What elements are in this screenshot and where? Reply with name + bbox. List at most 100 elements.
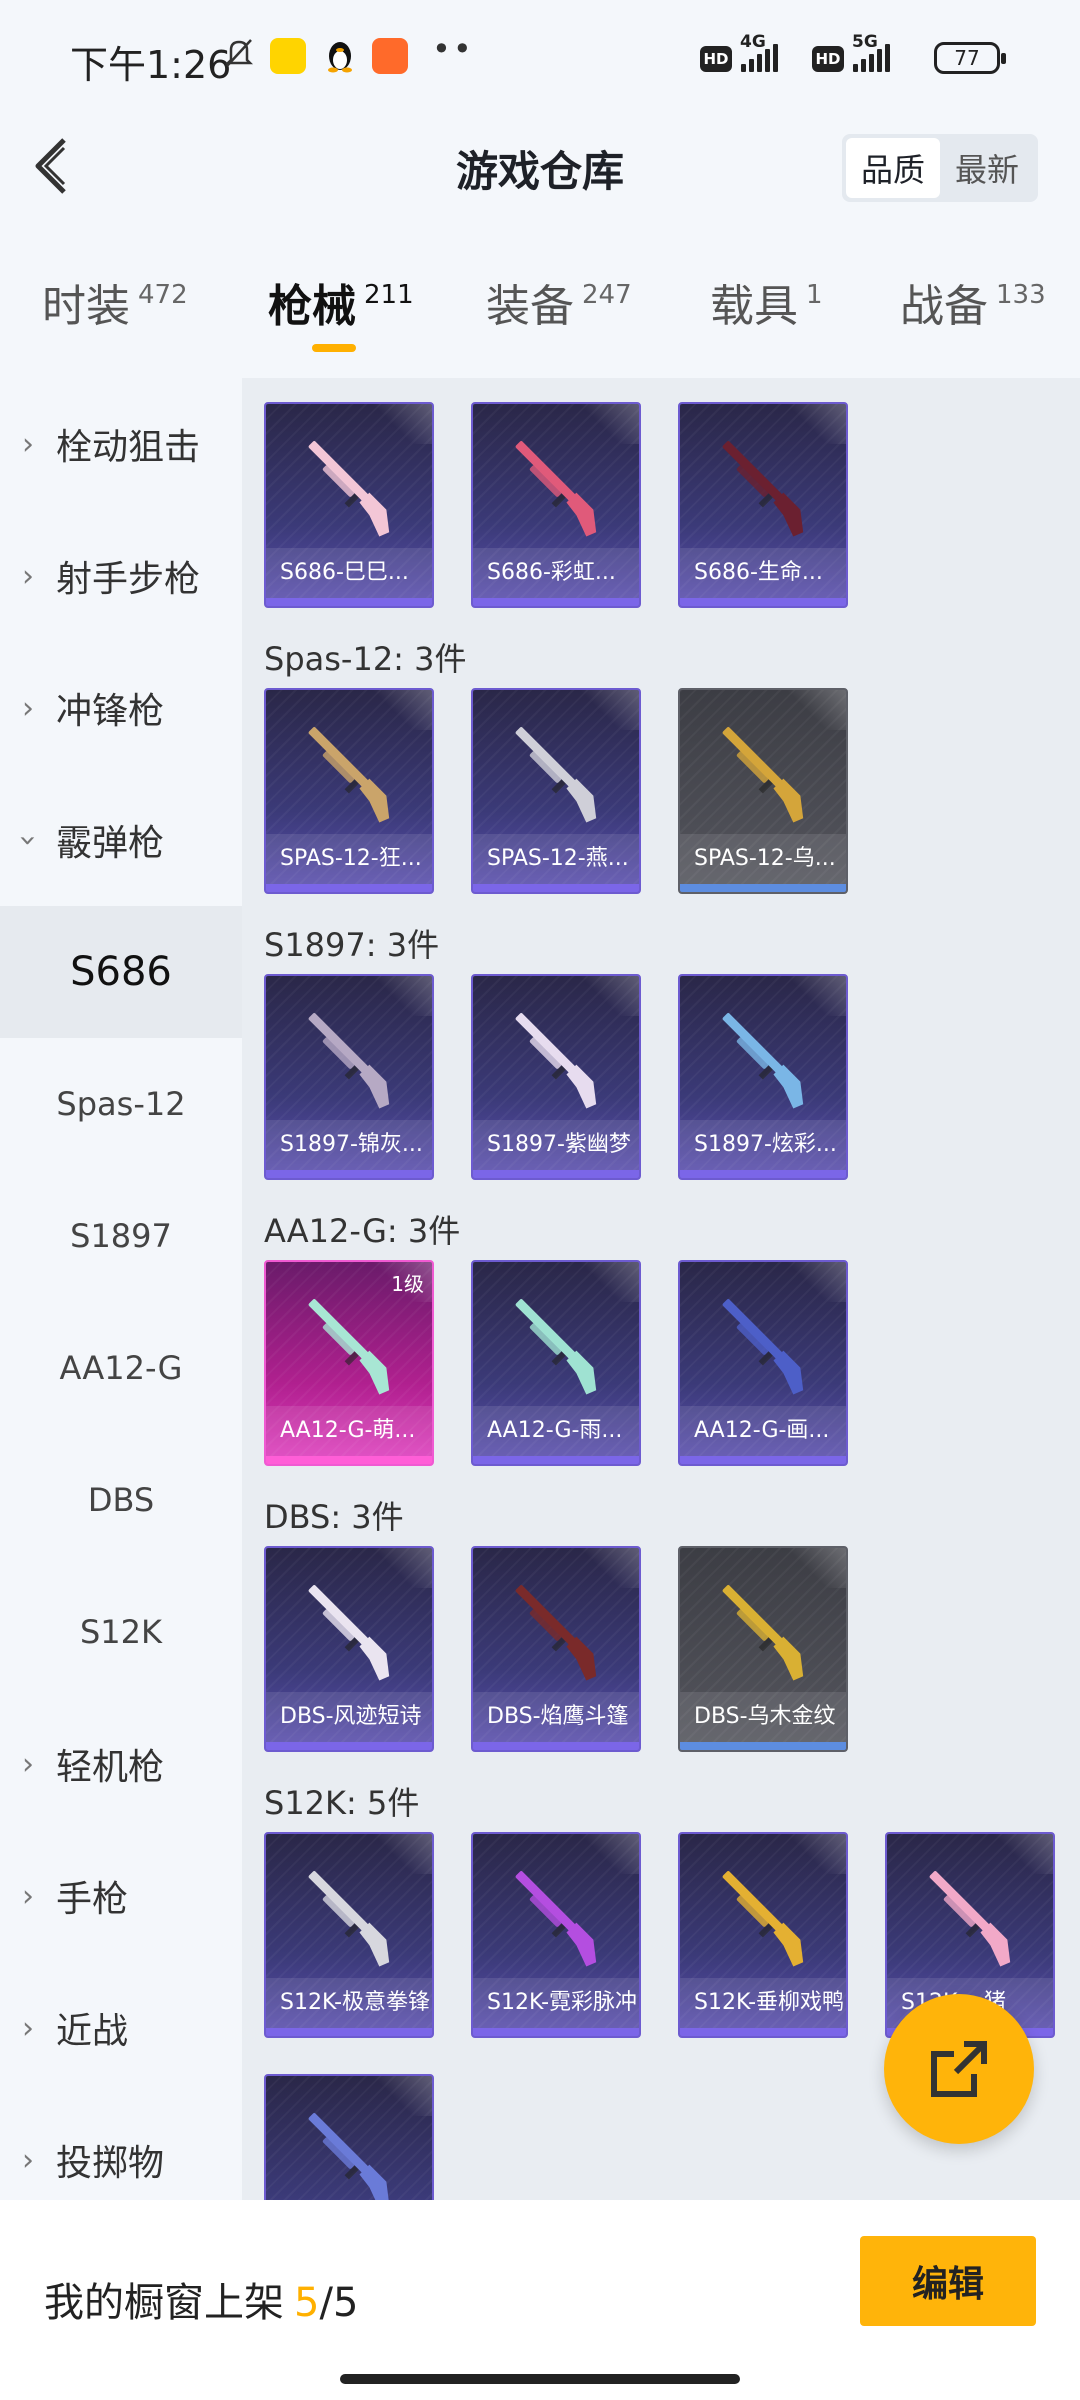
weapon-skin-card[interactable]: DBS-乌木金纹 <box>678 1546 848 1752</box>
showcase-separator: / <box>319 2280 333 2326</box>
edit-button[interactable]: 编辑 <box>860 2236 1036 2326</box>
tab-count: 1 <box>806 280 823 310</box>
shotgun-icon <box>515 1013 597 1109</box>
shotgun-icon <box>722 1871 804 1967</box>
sidebar-sub-s1897[interactable]: S1897 <box>0 1170 242 1302</box>
sidebar-item-label: 射手步枪 <box>56 559 201 600</box>
shotgun-icon <box>308 1013 390 1109</box>
tab-vehicles[interactable]: 载具 1 <box>710 270 823 334</box>
shotgun-icon <box>722 1585 804 1681</box>
share-button[interactable] <box>884 1994 1034 2144</box>
shotgun-icon <box>722 1299 804 1395</box>
group-title: Spas-12: 3件 <box>264 640 467 678</box>
signal-5g: HD 5G <box>812 32 890 72</box>
tab-label: 时装 <box>42 281 130 332</box>
tab-label: 载具 <box>710 281 798 332</box>
weapon-skin-card[interactable]: S12K-垂柳戏鸭 <box>678 1832 848 2038</box>
weapon-skin-card[interactable]: S12K-极意拳锋 <box>264 1832 434 2038</box>
quality-bar <box>680 2028 846 2036</box>
quality-bar <box>680 1456 846 1464</box>
sidebar-item-label: 栓动狙击 <box>56 427 201 468</box>
skin-name: S686-巳巳... <box>266 548 432 598</box>
weapon-skin-card[interactable]: SPAS-12-狂... <box>264 688 434 894</box>
showcase-bar: 我的橱窗上架 5 / 5 编辑 <box>0 2200 1080 2400</box>
more-notifications-icon: •• <box>432 30 474 68</box>
quality-bar <box>266 1456 432 1464</box>
skin-name: AA12-G-雨... <box>473 1406 639 1456</box>
quality-bar <box>266 1170 432 1178</box>
skin-grid-panel[interactable]: S686-巳巳... S686-彩虹... S686-生命... Spas-12: 3… <box>242 378 1080 2200</box>
weapon-skin-card[interactable]: S1897-锦灰... <box>264 974 434 1180</box>
weapon-skin-card[interactable]: SPAS-12-乌... <box>678 688 848 894</box>
weapon-skin-card[interactable]: SPAS-12-燕... <box>471 688 641 894</box>
weapon-skin-card[interactable]: S1897-炫彩... <box>678 974 848 1180</box>
shotgun-icon <box>722 441 804 537</box>
sidebar-item-lmg[interactable]: › 轻机枪 <box>0 1698 242 1830</box>
showcase-used-count: 5 <box>294 2280 320 2326</box>
quality-bar <box>680 1742 846 1750</box>
sidebar-sub-dbs[interactable]: DBS <box>0 1434 242 1566</box>
shotgun-icon <box>722 727 804 823</box>
home-indicator[interactable] <box>340 2374 740 2384</box>
category-tabs: 时装 472 枪械 211 装备 247 载具 1 战备 133 <box>0 270 1080 360</box>
weapon-skin-card[interactable]: DBS-风迹短诗 <box>264 1546 434 1752</box>
sidebar-item-pistol[interactable]: › 手枪 <box>0 1830 242 1962</box>
shotgun-icon <box>515 1585 597 1681</box>
sidebar-item-marksman-rifle[interactable]: › 射手步枪 <box>0 510 242 642</box>
weapon-skin-card[interactable]: S686-彩虹... <box>471 402 641 608</box>
tab-label: 装备 <box>486 281 574 332</box>
group-title: DBS: 3件 <box>264 1498 404 1536</box>
chevron-right-icon: › <box>22 1878 34 1914</box>
quality-bar <box>680 884 846 892</box>
skin-name: AA12-G-萌... <box>266 1406 432 1456</box>
skin-name: S686-生命... <box>680 548 846 598</box>
tab-label: 枪械 <box>268 281 356 332</box>
sort-quality-button[interactable]: 品质 <box>846 138 940 198</box>
shotgun-icon <box>722 1013 804 1109</box>
sidebar-sub-s686[interactable]: S686 <box>0 906 242 1038</box>
group-title: AA12-G: 3件 <box>264 1212 461 1250</box>
sidebar-item-bolt-sniper[interactable]: › 栓动狙击 <box>0 378 242 510</box>
weapon-skin-card[interactable]: DBS-焰鹰斗篷 <box>471 1546 641 1752</box>
tab-firearms[interactable]: 枪械 211 <box>268 270 414 352</box>
level-badge: 1级 <box>391 1272 424 1296</box>
weapon-skin-card[interactable]: S12K-霓彩脉冲 <box>471 1832 641 2038</box>
skin-name: S12K-极意拳锋 <box>266 1978 432 2028</box>
quality-bar <box>266 598 432 606</box>
skin-name: SPAS-12-乌... <box>680 834 846 884</box>
skin-name: S12K-垂柳戏鸭 <box>680 1978 846 2028</box>
quality-bar <box>266 1742 432 1750</box>
weapon-skin-card[interactable]: 1级 AA12-G-萌... <box>264 1260 434 1466</box>
chevron-right-icon: › <box>22 690 34 726</box>
app-notification-icon <box>270 38 306 74</box>
sidebar-sub-spas12[interactable]: Spas-12 <box>0 1038 242 1170</box>
quality-bar <box>473 884 639 892</box>
sidebar-item-smg[interactable]: › 冲锋枪 <box>0 642 242 774</box>
network-5g-label: 5G <box>852 32 878 52</box>
quality-bar <box>473 598 639 606</box>
weapon-skin-card[interactable] <box>264 2074 434 2200</box>
shopping-app-icon <box>372 38 408 74</box>
weapon-skin-card[interactable]: AA12-G-画... <box>678 1260 848 1466</box>
weapon-skin-card[interactable]: S686-生命... <box>678 402 848 608</box>
weapon-skin-card[interactable]: AA12-G-雨... <box>471 1260 641 1466</box>
sidebar-item-melee[interactable]: › 近战 <box>0 1962 242 2094</box>
sidebar-sub-s12k[interactable]: S12K <box>0 1566 242 1698</box>
network-4g-label: 4G <box>740 32 766 52</box>
tab-equipment[interactable]: 装备 247 <box>486 270 632 334</box>
weapon-skin-card[interactable]: S686-巳巳... <box>264 402 434 608</box>
sidebar-item-shotgun[interactable]: › 霰弹枪 <box>0 774 242 906</box>
skin-name: S1897-紫幽梦 <box>473 1120 639 1170</box>
sidebar-item-label: 近战 <box>56 2011 129 2052</box>
tab-fashion[interactable]: 时装 472 <box>42 270 188 334</box>
sidebar-sub-aa12g[interactable]: AA12-G <box>0 1302 242 1434</box>
sort-newest-button[interactable]: 最新 <box>940 138 1034 198</box>
shotgun-icon <box>308 727 390 823</box>
shotgun-icon <box>515 1871 597 1967</box>
quality-bar <box>473 1456 639 1464</box>
signal-4g: HD 4G <box>700 32 778 72</box>
tab-tactical[interactable]: 战备 133 <box>900 270 1046 334</box>
quality-bar <box>680 598 846 606</box>
weapon-skin-card[interactable]: S1897-紫幽梦 <box>471 974 641 1180</box>
showcase-label: 我的橱窗上架 <box>44 2280 284 2326</box>
